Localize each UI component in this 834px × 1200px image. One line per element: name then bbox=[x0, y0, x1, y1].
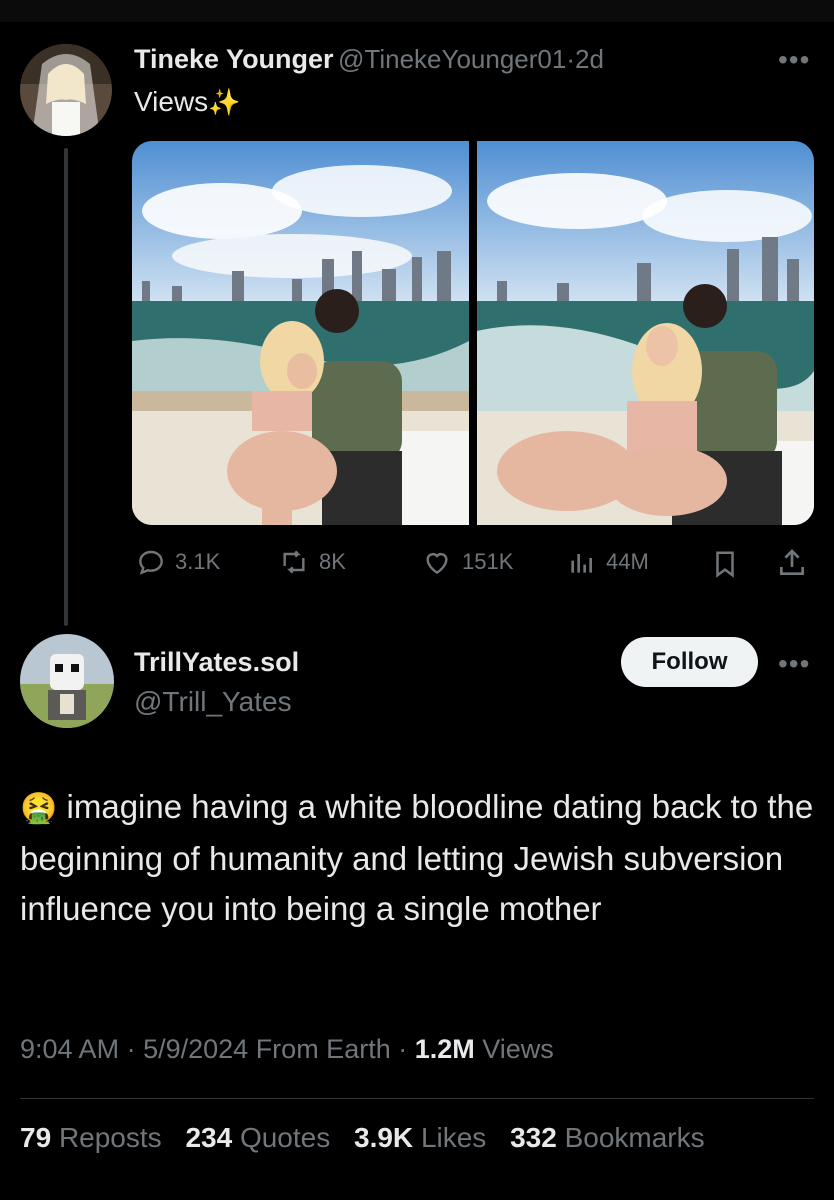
like-action[interactable]: 151K bbox=[420, 546, 513, 578]
reposts-stat[interactable]: 79 Reposts bbox=[20, 1122, 162, 1153]
likes-stat[interactable]: 3.9K Likes bbox=[354, 1122, 486, 1153]
quotes-stat[interactable]: 234 Quotes bbox=[185, 1122, 330, 1153]
repost-icon bbox=[283, 550, 305, 574]
tweet-time[interactable]: 9:04 AM bbox=[20, 1034, 119, 1064]
bookmarks-count: 332 bbox=[510, 1122, 557, 1153]
reply-display-name[interactable]: TrillYates.sol bbox=[134, 647, 299, 678]
handle[interactable]: @TinekeYounger01 bbox=[338, 44, 566, 74]
tweet-source: From Earth bbox=[255, 1034, 391, 1064]
media-grid bbox=[132, 141, 814, 525]
reply-action[interactable]: 3.1K bbox=[135, 546, 220, 578]
like-count: 151K bbox=[462, 549, 514, 574]
reply-text: 🤮 imagine having a white bloodline datin… bbox=[20, 782, 820, 934]
avatar-tineke[interactable] bbox=[20, 44, 112, 136]
tweet-views-label: Views bbox=[482, 1034, 554, 1064]
stats-divider bbox=[20, 1098, 814, 1099]
vomiting-face-icon: 🤮 bbox=[20, 792, 58, 825]
sparkles-icon: ✨ bbox=[208, 87, 241, 117]
repost-action[interactable]: 8K bbox=[277, 546, 346, 578]
heart-icon bbox=[426, 553, 448, 575]
reply-text-body: imagine having a white bloodline dating … bbox=[20, 788, 814, 927]
likes-count: 3.9K bbox=[354, 1122, 414, 1153]
more-options-icon[interactable]: ••• bbox=[778, 44, 810, 76]
views-action[interactable]: 44M bbox=[566, 546, 649, 578]
views-count: 44M bbox=[606, 549, 649, 574]
reply-icon bbox=[139, 550, 163, 575]
quotes-count: 234 bbox=[185, 1122, 233, 1153]
tweet-header: Tineke Younger @TinekeYounger01·2d bbox=[134, 44, 604, 75]
photo-left[interactable] bbox=[132, 141, 469, 525]
reply-more-options-icon[interactable]: ••• bbox=[778, 648, 810, 680]
tweet-date[interactable]: 5/9/2024 bbox=[143, 1034, 248, 1064]
reply-handle[interactable]: @Trill_Yates bbox=[134, 686, 292, 718]
thread-connector-line bbox=[64, 148, 68, 626]
tweet-age[interactable]: 2d bbox=[575, 44, 604, 74]
reposts-label: Reposts bbox=[58, 1122, 162, 1153]
tweet-meta: 9:04 AM · 5/9/2024 From Earth · 1.2M Vie… bbox=[20, 1034, 554, 1064]
follow-button[interactable]: Follow bbox=[621, 637, 758, 687]
bookmark-icon[interactable] bbox=[710, 548, 740, 585]
reposts-count: 79 bbox=[20, 1122, 52, 1153]
tweet-text-views: Views bbox=[134, 86, 209, 117]
tweet-text: Views✨ bbox=[134, 86, 241, 118]
top-edge-bar bbox=[0, 0, 834, 22]
engagement-stats: 79 Reposts 234 Quotes 3.9K Likes 332 Boo… bbox=[20, 1122, 705, 1154]
tweet-views-count: 1.2M bbox=[414, 1034, 475, 1064]
likes-label: Likes bbox=[420, 1122, 487, 1153]
separator-dot: · bbox=[566, 44, 575, 74]
quotes-label: Quotes bbox=[239, 1122, 331, 1153]
analytics-icon bbox=[571, 554, 592, 573]
avatar-trillyates[interactable] bbox=[20, 634, 114, 728]
bookmarks-stat[interactable]: 332 Bookmarks bbox=[510, 1122, 705, 1153]
photo-right[interactable] bbox=[477, 141, 814, 525]
repost-count: 8K bbox=[319, 549, 346, 574]
display-name[interactable]: Tineke Younger bbox=[134, 44, 334, 74]
bookmarks-label: Bookmarks bbox=[564, 1122, 705, 1153]
reply-count: 3.1K bbox=[175, 549, 221, 574]
share-icon[interactable] bbox=[776, 546, 808, 585]
